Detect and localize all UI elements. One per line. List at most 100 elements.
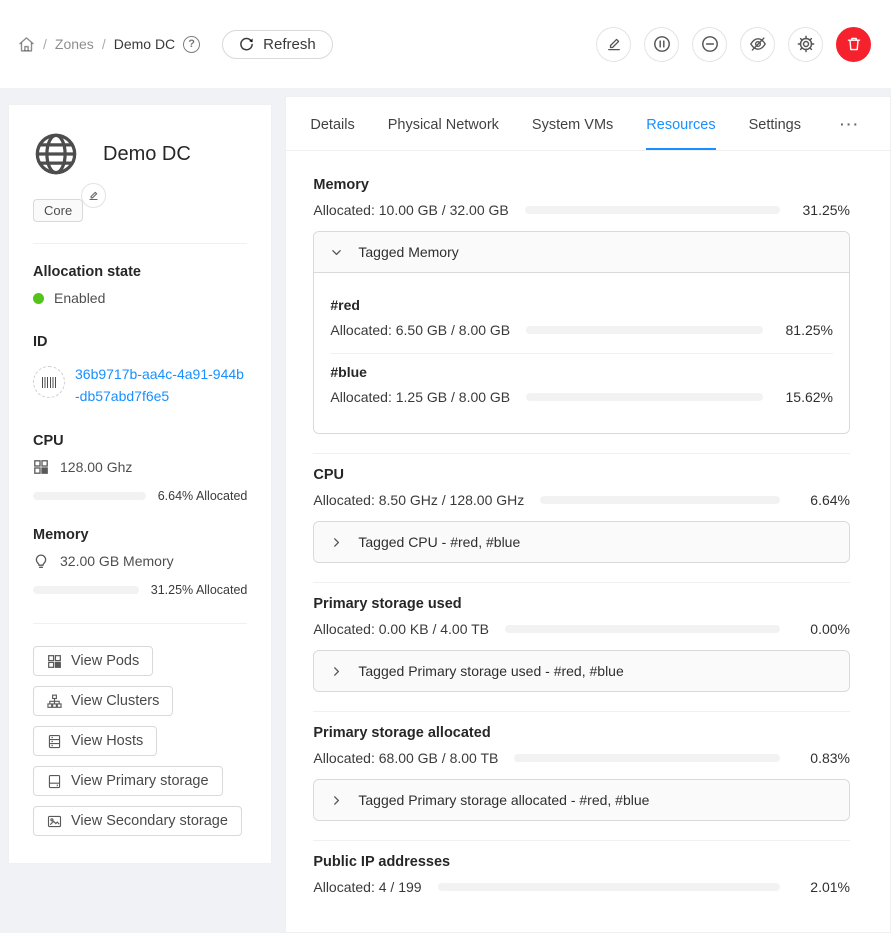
tab-physical-network[interactable]: Physical Network [388, 97, 499, 150]
divider [313, 840, 850, 841]
tagged-primary-storage-used-collapse-header[interactable]: Tagged Primary storage used - #red, #blu… [314, 651, 849, 691]
resource-title: Primary storage allocated [313, 725, 850, 741]
resource-section-memory: Memory Allocated: 10.00 GB / 32.00 GB 31… [313, 177, 850, 434]
percent-value: 6.64% [796, 492, 850, 508]
zone-title: Demo DC [103, 143, 191, 166]
resource-progress-row: Allocated: 10.00 GB / 32.00 GB 31.25% [313, 202, 850, 218]
tab-bar: Details Physical Network System VMs Reso… [286, 97, 890, 151]
barcode-icon [33, 366, 65, 398]
zone-actions [596, 27, 871, 62]
zone-detail-card: Details Physical Network System VMs Reso… [285, 96, 891, 933]
memory-capacity: 32.00 GB Memory [60, 553, 174, 569]
tab-details[interactable]: Details [310, 97, 354, 150]
chevron-right-icon [330, 665, 343, 678]
resource-progress-row: Allocated: 4 / 199 2.01% [313, 879, 850, 895]
cpu-capacity: 128.00 Ghz [60, 459, 132, 475]
percent-value: 2.01% [796, 879, 850, 895]
delete-zone-button[interactable] [836, 27, 871, 62]
tagged-primary-storage-allocated-collapse-header[interactable]: Tagged Primary storage allocated - #red,… [314, 780, 849, 820]
edit-zone-button[interactable] [596, 27, 631, 62]
divider [313, 453, 850, 454]
tagged-memory-collapse: Tagged Memory #red Allocated: 6.50 GB / … [313, 231, 850, 434]
view-clusters-button[interactable]: View Clusters [33, 686, 173, 716]
breadcrumb-current: Demo DC [114, 36, 175, 52]
tagged-cpu-collapse-header[interactable]: Tagged CPU - #red, #blue [314, 522, 849, 562]
resource-progress-row: Allocated: 0.00 KB / 4.00 TB 0.00% [313, 621, 850, 637]
settings-zone-button[interactable] [788, 27, 823, 62]
globe-icon [33, 131, 79, 177]
disable-zone-button[interactable] [692, 27, 727, 62]
home-icon[interactable] [18, 36, 35, 53]
divider [313, 582, 850, 583]
divider [330, 353, 833, 354]
resource-section-public-ip: Public IP addresses Allocated: 4 / 199 2… [313, 854, 850, 895]
allocated-text: Allocated: 10.00 GB / 32.00 GB [313, 202, 508, 218]
tagged-item-red: #red Allocated: 6.50 GB / 8.00 GB 81.25% [330, 297, 833, 338]
id-label: ID [33, 334, 247, 350]
page-header: / Zones / Demo DC ? Refresh [0, 0, 891, 88]
grid-icon [33, 459, 49, 475]
tabs-more-button[interactable]: ··· [834, 116, 866, 132]
resource-title: Public IP addresses [313, 854, 850, 870]
divider [33, 243, 247, 244]
tagged-item-blue: #blue Allocated: 1.25 GB / 8.00 GB 15.62… [330, 364, 833, 405]
reload-icon [239, 37, 254, 52]
tag-name: #red [330, 297, 833, 313]
resource-progress-row: Allocated: 1.25 GB / 8.00 GB 15.62% [330, 389, 833, 405]
tab-resources[interactable]: Resources [646, 97, 715, 150]
question-circle-icon[interactable]: ? [183, 36, 200, 53]
allocated-text: Allocated: 1.25 GB / 8.00 GB [330, 389, 510, 405]
zone-view-buttons: View Pods View Clusters [33, 646, 247, 836]
chevron-right-icon [330, 794, 343, 807]
minus-circle-icon [701, 35, 719, 53]
refresh-button[interactable]: Refresh [222, 30, 333, 59]
tagged-primary-storage-allocated-collapse: Tagged Primary storage allocated - #red,… [313, 779, 850, 821]
edit-tags-button[interactable] [81, 183, 106, 208]
allocation-state-value: Enabled [54, 290, 105, 306]
cpu-progress: 6.64% Allocated [33, 489, 247, 503]
breadcrumb-separator: / [43, 36, 47, 52]
resource-section-primary-storage-used: Primary storage used Allocated: 0.00 KB … [313, 596, 850, 692]
resource-title: CPU [313, 467, 850, 483]
grid-icon [47, 654, 62, 669]
view-secondary-storage-label: View Secondary storage [71, 813, 228, 829]
picture-icon [47, 814, 62, 829]
pencil-icon [606, 36, 622, 52]
view-clusters-label: View Clusters [71, 693, 159, 709]
divider [33, 623, 247, 624]
breadcrumb-zones[interactable]: Zones [55, 36, 94, 52]
tab-settings[interactable]: Settings [749, 97, 801, 150]
allocated-text: Allocated: 68.00 GB / 8.00 TB [313, 750, 498, 766]
page-content: Demo DC Core Allocation state Enabled ID… [0, 88, 891, 933]
collapse-label: Tagged CPU - #red, #blue [358, 534, 520, 550]
collapse-label: Tagged Primary storage used - #red, #blu… [358, 663, 623, 679]
memory-progress: 31.25% Allocated [33, 583, 247, 597]
chevron-right-icon [330, 536, 343, 549]
bulb-icon [33, 553, 49, 569]
view-primary-storage-label: View Primary storage [71, 773, 209, 789]
view-primary-storage-button[interactable]: View Primary storage [33, 766, 223, 796]
core-tag[interactable]: Core [33, 199, 83, 222]
pause-zone-button[interactable] [644, 27, 679, 62]
cluster-icon [47, 694, 62, 709]
chevron-down-icon [330, 246, 343, 259]
zone-id-link[interactable]: 36b9717b-aa4c-4a91-944b-db57abd7f6e5 [75, 364, 247, 407]
pencil-icon [88, 190, 99, 201]
tagged-memory-collapse-header[interactable]: Tagged Memory [314, 232, 849, 272]
view-pods-button[interactable]: View Pods [33, 646, 153, 676]
view-hosts-button[interactable]: View Hosts [33, 726, 157, 756]
hdd-icon [47, 774, 62, 789]
hide-zone-button[interactable] [740, 27, 775, 62]
tab-system-vms[interactable]: System VMs [532, 97, 613, 150]
view-hosts-label: View Hosts [71, 733, 143, 749]
tagged-cpu-collapse: Tagged CPU - #red, #blue [313, 521, 850, 563]
tagged-primary-storage-used-collapse: Tagged Primary storage used - #red, #blu… [313, 650, 850, 692]
memory-label: Memory [33, 527, 247, 543]
collapse-label: Tagged Memory [358, 244, 458, 260]
resources-panel: Memory Allocated: 10.00 GB / 32.00 GB 31… [286, 151, 890, 895]
trash-icon [846, 36, 862, 52]
view-secondary-storage-button[interactable]: View Secondary storage [33, 806, 242, 836]
zone-summary-card: Demo DC Core Allocation state Enabled ID… [8, 104, 272, 864]
resource-section-cpu: CPU Allocated: 8.50 GHz / 128.00 GHz 6.6… [313, 467, 850, 563]
status-dot [33, 293, 44, 304]
